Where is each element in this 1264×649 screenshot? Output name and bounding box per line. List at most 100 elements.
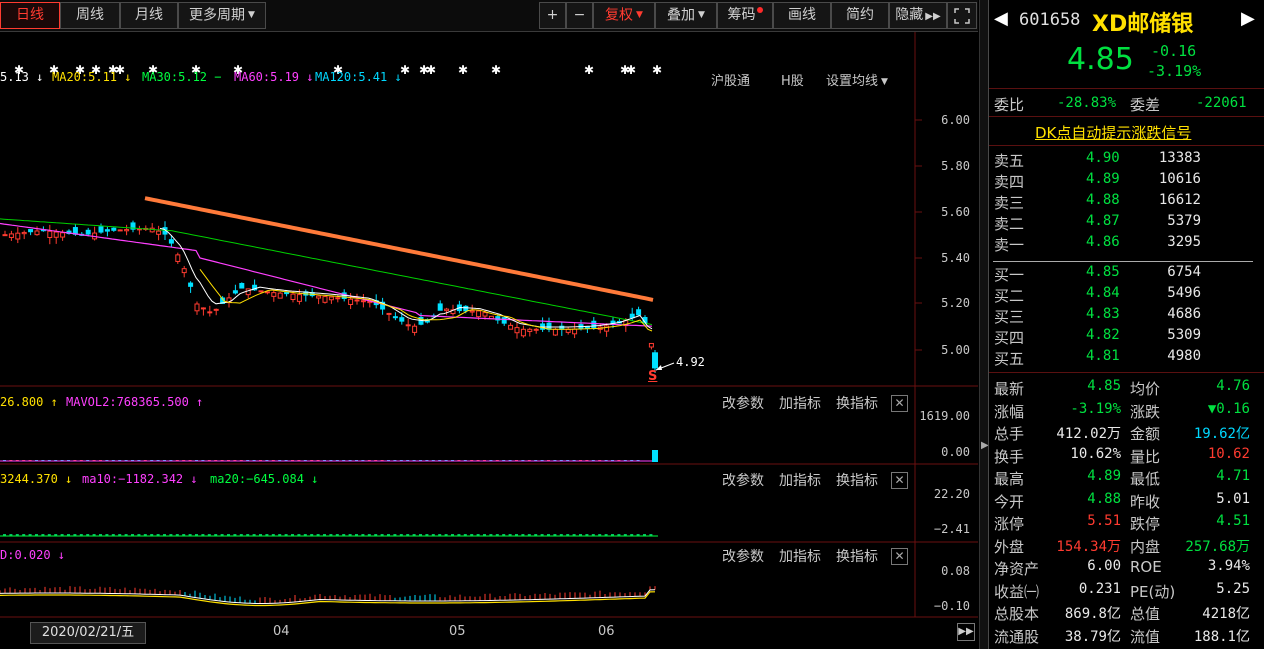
chips-button[interactable]: 筹码 xyxy=(717,2,773,29)
stat-value: ▼0.16 xyxy=(1207,400,1250,417)
zoom-out-button[interactable]: − xyxy=(566,2,593,29)
simple-mode-button[interactable]: 简约 xyxy=(831,2,889,29)
month-tick-06: 06 xyxy=(598,624,615,639)
order-ratio-label: 委比 xyxy=(994,96,1025,114)
hide-button[interactable]: 隐藏 ▶▶ xyxy=(889,2,947,29)
bids-price: 4.81 xyxy=(1086,348,1120,364)
panel-splitter[interactable]: ▶ xyxy=(979,0,989,649)
expand-icon[interactable] xyxy=(947,2,977,29)
close-icon[interactable]: ✕ xyxy=(891,548,908,565)
stat-value: 412.02万 xyxy=(1056,426,1121,442)
stat-label: 均价 xyxy=(1130,380,1161,398)
ma-settings-link[interactable]: 设置均线 ▼ xyxy=(826,70,888,89)
chevron-down-icon: ▼ xyxy=(248,10,255,20)
asks-volume: 5379 xyxy=(1167,213,1201,229)
volume-legend-value: 26.800 ↑ xyxy=(0,395,58,409)
period-monthly-button[interactable]: 月线 xyxy=(120,2,178,29)
h-share-link[interactable]: H股 xyxy=(781,70,804,89)
ma-legend-item: MA60:5.19 ↓ xyxy=(234,70,314,84)
stat-label: 最新 xyxy=(994,380,1025,398)
stat-label: 金额 xyxy=(1130,425,1161,443)
stat-value: 0.231 xyxy=(1078,580,1121,597)
stat-label: 昨收 xyxy=(1130,492,1161,511)
hk-connect-link[interactable]: 沪股通 xyxy=(711,70,750,89)
asks-volume: 16612 xyxy=(1158,192,1201,208)
volume-switch-indicator-button[interactable]: 换指标 xyxy=(836,393,878,413)
bids-volume: 4686 xyxy=(1167,306,1201,322)
bids-volume: 5496 xyxy=(1167,285,1201,301)
ind3-switch-indicator-button[interactable]: 换指标 xyxy=(836,546,878,566)
stat-value: 38.79亿 xyxy=(1064,628,1121,645)
chips-label: 筹码 xyxy=(727,7,756,23)
overlay-button[interactable]: 叠加 ▼ xyxy=(655,2,717,29)
svg-text:✱: ✱ xyxy=(426,63,436,77)
bids-label: 买三 xyxy=(994,308,1025,326)
price-tick-560: 5.60 xyxy=(941,205,970,219)
stat-value: 188.1亿 xyxy=(1193,628,1250,645)
bids-price: 4.84 xyxy=(1086,285,1120,301)
ind2-add-indicator-button[interactable]: 加指标 xyxy=(779,470,821,490)
month-tick-04: 04 xyxy=(273,624,290,639)
period-weekly-button[interactable]: 周线 xyxy=(60,2,120,29)
adjust-rights-button[interactable]: 复权 ▼ xyxy=(593,2,655,29)
ind2-params-button[interactable]: 改参数 xyxy=(722,470,764,490)
stat-label: ROE xyxy=(1130,558,1162,576)
volume-bars xyxy=(0,450,658,462)
svg-text:✱: ✱ xyxy=(652,63,662,77)
adjust-rights-label: 复权 xyxy=(605,7,634,24)
stat-label: 总股本 xyxy=(994,605,1040,623)
prev-stock-icon[interactable]: ◀ xyxy=(994,8,1008,29)
mavol2-legend: MAVOL2:768365.500 ↑ xyxy=(66,395,204,409)
order-ratio-value: -28.83% xyxy=(1057,95,1117,111)
bids-volume: 5309 xyxy=(1167,327,1201,343)
stat-value: 3.94% xyxy=(1207,558,1250,574)
asks-volume: 13383 xyxy=(1158,150,1201,166)
chart-area: ✱ ✱ ✱ ✱ ✱ ✱ ✱ ✱ ✱ ✱ ✱ ✱ ✱ ✱ ✱ ✱ ✱ ✱ ✱ 5.13 ↓ MA20:5.11 ↓ MA3… xyxy=(0,32,978,649)
asks-price: 4.89 xyxy=(1086,171,1120,187)
close-icon[interactable]: ✕ xyxy=(891,472,908,489)
kline-chart-svg[interactable]: ✱ ✱ ✱ ✱ ✱✱ ✱ ✱ ✱ ✱ ✱ ✱✱ ✱ ✱ ✱ ✱✱ ✱ xyxy=(0,32,978,649)
ind3-params-button[interactable]: 改参数 xyxy=(722,546,764,566)
cursor-date-label: 2020/02/21/五 xyxy=(30,622,146,644)
svg-text:✱: ✱ xyxy=(584,63,594,77)
ind3-add-indicator-button[interactable]: 加指标 xyxy=(779,546,821,566)
ma-settings-label: 设置均线 xyxy=(826,74,879,89)
chevron-down-icon: ▼ xyxy=(881,76,888,87)
stat-value: -3.19% xyxy=(1070,400,1121,417)
stat-label: 净资产 xyxy=(994,560,1040,578)
period-daily-button[interactable]: 日线 xyxy=(0,2,60,29)
next-stock-icon[interactable]: ▶ xyxy=(1241,8,1255,29)
hide-label: 隐藏 xyxy=(895,7,924,23)
asks-label: 卖三 xyxy=(994,194,1025,212)
dk-signal-link[interactable]: DK点自动提示涨跌信号 xyxy=(1035,122,1191,143)
ind2-switch-indicator-button[interactable]: 换指标 xyxy=(836,470,878,490)
indicator2-series xyxy=(0,534,658,537)
stat-label: 涨停 xyxy=(994,515,1025,533)
volume-params-button[interactable]: 改参数 xyxy=(722,393,764,413)
stat-label: 流通股 xyxy=(994,627,1040,646)
period-more-button[interactable]: 更多周期 ▼ xyxy=(178,2,266,29)
ma-legend-item: 5.13 ↓ xyxy=(0,70,44,84)
svg-text:✱: ✱ xyxy=(626,63,636,77)
stat-label: 总手 xyxy=(994,425,1025,443)
moving-average-lines xyxy=(0,196,654,332)
asks-price: 4.87 xyxy=(1086,213,1120,229)
draw-line-button[interactable]: 画线 xyxy=(773,2,831,29)
zoom-in-button[interactable]: + xyxy=(539,2,566,29)
low-price-label: 4.92 xyxy=(676,355,705,369)
bids-price: 4.85 xyxy=(1086,264,1120,280)
bids-label: 买二 xyxy=(994,287,1025,305)
volume-tick-zero: 0.00 xyxy=(941,445,970,459)
volume-add-indicator-button[interactable]: 加指标 xyxy=(779,393,821,413)
stock-code: 601658 xyxy=(1019,10,1081,30)
ma-legend-item: MA20:5.11 ↓ xyxy=(52,70,132,84)
order-diff-label: 委差 xyxy=(1130,96,1161,114)
stat-value: 10.62 xyxy=(1207,445,1250,462)
asks-price: 4.90 xyxy=(1086,150,1120,166)
close-icon[interactable]: ✕ xyxy=(891,395,908,412)
stat-label: 跌停 xyxy=(1130,515,1161,533)
scroll-right-icon[interactable]: ▶▶ xyxy=(957,623,975,641)
stat-value: 4218亿 xyxy=(1202,606,1250,622)
stat-label: 外盘 xyxy=(994,537,1025,556)
stat-label: PE(动) xyxy=(1130,582,1176,601)
